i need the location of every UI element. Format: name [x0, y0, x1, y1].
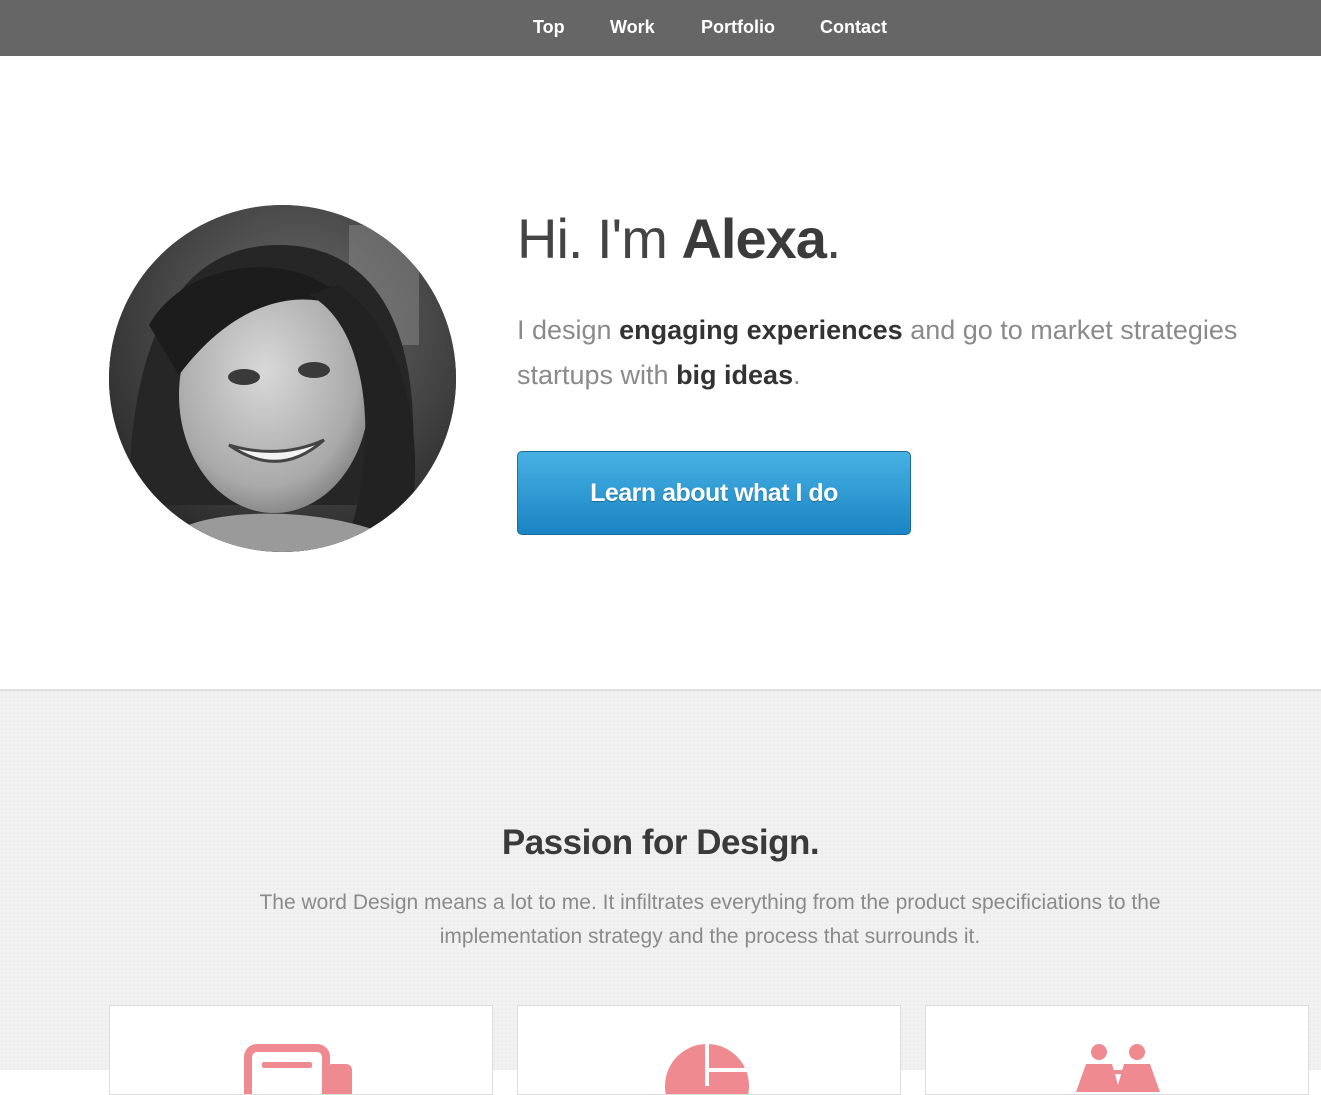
- hero-name: Alexa: [681, 207, 826, 270]
- feature-card-people: [925, 1005, 1309, 1095]
- feature-card-chart: [517, 1005, 901, 1095]
- passion-section: Passion for Design. The word Design mean…: [0, 691, 1321, 1095]
- profile-photo: [109, 205, 456, 552]
- nav-item-work[interactable]: Work: [610, 15, 655, 39]
- nav-item-contact[interactable]: Contact: [820, 15, 887, 39]
- hero-greeting: Hi. I'm Alexa.: [517, 207, 841, 270]
- section-title: Passion for Design.: [501, 823, 820, 862]
- feature-card-document: [109, 1005, 493, 1095]
- nav-item-top[interactable]: Top: [533, 15, 565, 39]
- hero-section: Hi. I'm Alexa. I design engaging experie…: [0, 56, 1321, 689]
- top-navigation: Top Work Portfolio Contact: [0, 0, 1321, 56]
- hero-intro: I design engaging experiences and go to …: [517, 315, 1238, 390]
- document-icon: [244, 1044, 352, 1094]
- nav-item-portfolio[interactable]: Portfolio: [701, 15, 775, 39]
- pie-chart-icon: [665, 1042, 751, 1094]
- section-description: The word Design means a lot to me. It in…: [259, 891, 1161, 948]
- learn-more-button[interactable]: Learn about what I do: [517, 451, 911, 535]
- people-icon: [1076, 1044, 1160, 1092]
